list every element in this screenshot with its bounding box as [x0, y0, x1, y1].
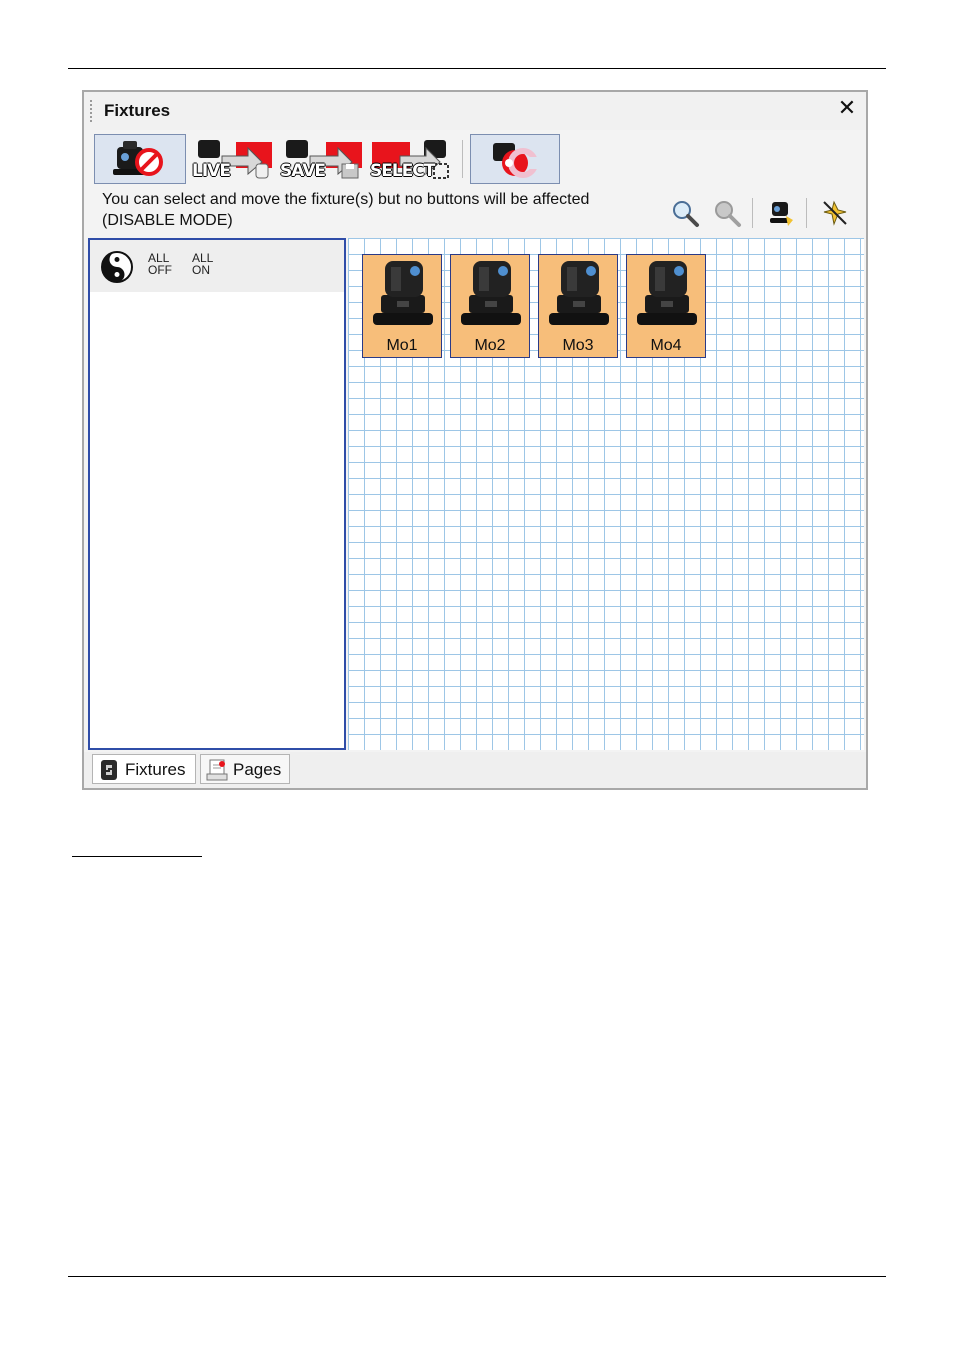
moving-head-icon	[373, 261, 433, 325]
zoom-out-icon	[715, 201, 741, 227]
moving-head-icon	[637, 261, 697, 325]
save-mode-label: SAVE	[280, 161, 326, 181]
section-underline	[72, 856, 202, 857]
live-mode-button[interactable]: LIVE	[192, 134, 274, 184]
view-toolbar-separator	[806, 198, 807, 228]
mode-toolbar: LIVE SAVE SELECT	[92, 134, 562, 186]
disable-icon	[113, 141, 163, 176]
all-off-button[interactable]: ALL OFF	[148, 252, 172, 276]
fixture-label: Mo1	[386, 337, 418, 354]
moving-head-icon	[549, 261, 609, 325]
tab-pages-label: Pages	[233, 760, 282, 779]
group-panel[interactable]: ALL OFF ALL ON	[88, 238, 346, 750]
live-mode-label: LIVE	[192, 161, 231, 181]
footer-rule	[68, 1276, 886, 1277]
fixture-label: Mo4	[650, 337, 682, 354]
fixture-label: Mo3	[562, 337, 594, 354]
all-on-label-line2: ON	[192, 263, 210, 277]
fixtures-window: Fixtures ✕ LIVE SAVE SELECT You can sele…	[82, 90, 868, 790]
all-off-label-line2: OFF	[148, 263, 172, 277]
mode-description: You can select and move the fixture(s) b…	[102, 189, 662, 231]
zoom-in-button[interactable]	[670, 198, 700, 228]
fixture-label: Mo2	[474, 337, 506, 354]
tab-fixtures-label: Fixtures	[125, 760, 186, 779]
zoom-in-icon	[673, 201, 699, 227]
mode-description-line1: You can select and move the fixture(s) b…	[102, 191, 590, 208]
magnet-button[interactable]	[470, 134, 560, 184]
view-toolbar	[662, 192, 862, 238]
save-mode-button[interactable]: SAVE	[280, 134, 364, 184]
select-mode-button[interactable]: SELECT	[370, 134, 454, 184]
yin-yang-icon	[101, 251, 133, 283]
window-titlebar[interactable]: Fixtures ✕	[84, 92, 866, 130]
mode-description-line2: (DISABLE MODE)	[102, 212, 233, 229]
fixtures-tab-icon	[101, 760, 117, 780]
pin-button[interactable]	[820, 198, 850, 228]
magnet-icon	[493, 143, 541, 178]
tab-pages[interactable]: Pages	[200, 754, 290, 784]
fixture-tile[interactable]: Mo3	[538, 254, 618, 358]
invert-button[interactable]	[100, 250, 134, 284]
view-toolbar-separator	[752, 198, 753, 228]
tab-fixtures[interactable]: Fixtures	[92, 754, 196, 784]
fixture-tile[interactable]: Mo2	[450, 254, 530, 358]
close-button[interactable]: ✕	[836, 98, 858, 120]
zoom-out-button[interactable]	[712, 198, 742, 228]
header-rule	[68, 68, 886, 69]
moving-head-icon	[461, 261, 521, 325]
disable-mode-button[interactable]	[94, 134, 186, 184]
group-bar: ALL OFF ALL ON	[90, 240, 344, 292]
pin-icon	[823, 200, 847, 226]
bottom-tabbar: Fixtures Pages	[84, 752, 866, 788]
window-title: Fixtures	[104, 101, 171, 120]
toolbar-separator	[462, 140, 463, 178]
fixture-tool-icon	[770, 202, 793, 226]
fixture-grid[interactable]: Mo1 Mo2 Mo3 Mo4	[348, 238, 864, 750]
drag-grip-icon[interactable]	[90, 100, 92, 122]
pages-tab-icon	[206, 759, 228, 781]
fixture-tool-button[interactable]	[766, 198, 796, 228]
fixture-tile[interactable]: Mo4	[626, 254, 706, 358]
select-mode-label: SELECT	[370, 161, 435, 181]
all-on-button[interactable]: ALL ON	[192, 252, 213, 276]
fixture-tile[interactable]: Mo1	[362, 254, 442, 358]
